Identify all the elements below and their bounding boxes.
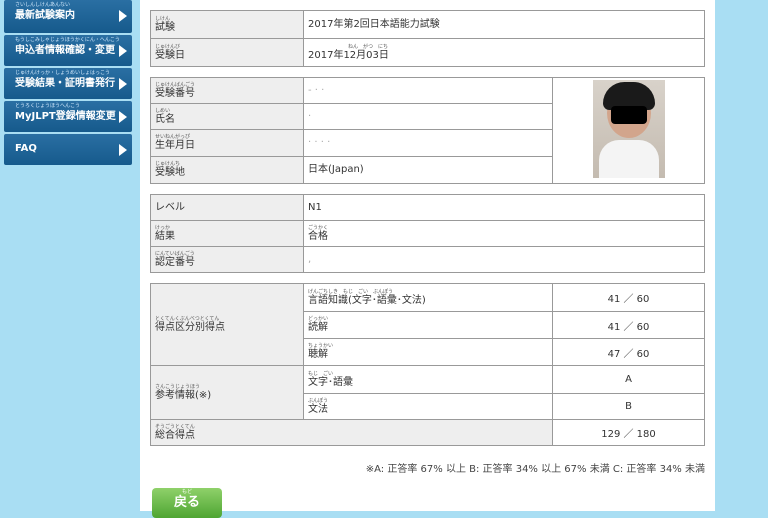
sidebar-item-label: FAQ (15, 143, 37, 154)
exam-info-table: しけん 試験 2017年第2回日本語能力試験 じゅけんび 受験日 ねん がつ に… (150, 10, 705, 67)
certificate-number-value-cell: , (303, 246, 705, 273)
examinee-photo (592, 80, 665, 178)
examinee-number-label-cell: じゅけんばんごう 受験番号 (150, 77, 304, 104)
exam-date-label-cell: じゅけんび 受験日 (150, 38, 304, 67)
score-row-label: 言語知識(文字･語彙･文法) (308, 294, 426, 306)
grade-legend-note: ※A: 正答率 67% 以上 B: 正答率 34% 以上 67% 未満 C: 正… (365, 464, 705, 475)
exam-value: 2017年第2回日本語能力試験 (308, 18, 440, 30)
result-label: 結果 (155, 230, 175, 242)
back-button[interactable]: もど 戻る (152, 488, 222, 518)
exam-date-label: 受験日 (155, 49, 185, 61)
exam-site-label: 受験地 (155, 167, 185, 178)
exam-site-value-cell: 日本(Japan) (303, 156, 553, 184)
sidebar-item-latest-exam[interactable]: さいしんしけんあんない 最新試験案内 (4, 0, 132, 33)
reference-row-label-cell: ぶんぽう 文法 (303, 393, 553, 420)
arrow-right-icon (119, 45, 127, 57)
birthdate-label-cell: せいねんがっぴ 生年月日 (150, 129, 304, 157)
arrow-right-icon (119, 111, 127, 123)
sidebar-nav: さいしんしけんあんない 最新試験案内 もうしこみしゃじょうほうかくにん・へんこう… (4, 0, 132, 167)
birthdate-value: · · · · (308, 137, 331, 148)
score-row-label-cell: げんごちしき もじ ごい ぶんぽう 言語知識(文字･語彙･文法) (303, 283, 553, 312)
score-row-value: 41 ／ 60 (552, 283, 705, 312)
level-label-cell: レベル (150, 194, 304, 221)
sidebar-item-label: 最新試験案内 (15, 10, 75, 21)
reference-info-label-cell: さんこうじょうほう 参考情報(※) (150, 365, 304, 420)
reference-row-label: 文法 (308, 403, 328, 415)
examinee-info-table: じゅけんばんごう 受験番号 - · · しめい 氏名 · せいねんがっぴ 生年月… (150, 77, 705, 184)
exam-date-value: 2017年12月03日 (308, 49, 389, 61)
name-value-cell: · (303, 103, 553, 130)
score-row-label-cell: ちょうかい 聴解 (303, 338, 553, 366)
reference-row-label-cell: もじ ごい 文字･語彙 (303, 365, 553, 394)
main-content: しけん 試験 2017年第2回日本語能力試験 じゅけんび 受験日 ねん がつ に… (140, 0, 715, 518)
level-label: レベル (155, 201, 185, 213)
exam-site-value: 日本(Japan) (308, 164, 364, 175)
sidebar-item-ruby: とうろくじょうほうへんこう (15, 103, 81, 109)
section-scores-label-cell: とくてんくぶんべつとくてん 得点区分別得点 (150, 283, 304, 366)
sidebar-item-label: 受験結果・証明書発行 (15, 78, 115, 89)
level-value-cell: N1 (303, 194, 705, 221)
examinee-number-value: - · · (308, 84, 325, 96)
examinee-number-value-cell: - · · (303, 77, 553, 104)
sidebar-item-ruby: じゅけんけっか・しょうめいしょはっこう (15, 70, 111, 76)
certificate-number-label-cell: にんていばんごう 認定番号 (150, 246, 304, 273)
score-row-label: 聴解 (308, 349, 328, 360)
sidebar-item-myjlpt-settings[interactable]: とうろくじょうほうへんこう MyJLPT登録情報変更 (4, 101, 132, 132)
birthdate-label: 生年月日 (155, 140, 195, 151)
sidebar-item-label: 申込者情報確認・変更 (15, 45, 115, 56)
name-label-cell: しめい 氏名 (150, 103, 304, 130)
result-table: レベル N1 けっか 結果 ごうかく 合格 にんていばんごう 認定番号 , (150, 194, 705, 273)
reference-row-grade: A (552, 365, 705, 394)
scores-table: とくてんくぶんべつとくてん 得点区分別得点 げんごちしき もじ ごい ぶんぽう … (150, 283, 705, 446)
sidebar-item-label: MyJLPT登録情報変更 (15, 111, 116, 122)
total-score-value: 129 ／ 180 (552, 419, 705, 446)
name-value: · (308, 110, 312, 122)
section-scores-label: 得点区分別得点 (155, 321, 225, 333)
level-value: N1 (308, 201, 322, 213)
reference-row-grade: B (552, 393, 705, 420)
examinee-number-label: 受験番号 (155, 87, 195, 99)
exam-value-cell: 2017年第2回日本語能力試験 (303, 10, 705, 39)
name-label: 氏名 (155, 113, 175, 125)
reference-info-label: 参考情報(※) (155, 389, 212, 401)
back-button-label: 戻る (173, 495, 200, 510)
score-row-value: 41 ／ 60 (552, 311, 705, 339)
total-score-label: 総合得点 (155, 429, 195, 441)
result-label-cell: けっか 結果 (150, 220, 304, 247)
result-value: 合格 (308, 230, 328, 242)
exam-label-cell: しけん 試験 (150, 10, 304, 39)
sidebar-item-ruby: もうしこみしゃじょうほうかくにん・へんこう (15, 37, 120, 43)
score-row-label-cell: どっかい 読解 (303, 311, 553, 339)
sidebar-item-ruby: さいしんしけんあんない (15, 2, 71, 8)
arrow-right-icon (119, 78, 127, 90)
exam-site-label-cell: じゅけんち 受験地 (150, 156, 304, 184)
arrow-right-icon (119, 144, 127, 156)
certificate-number-label: 認定番号 (155, 256, 195, 268)
sidebar-item-faq[interactable]: FAQ (4, 134, 132, 165)
sidebar-item-applicant-info[interactable]: もうしこみしゃじょうほうかくにん・へんこう 申込者情報確認・変更 (4, 35, 132, 66)
certificate-number-value: , (308, 253, 312, 265)
total-score-label-cell: そうごうとくてん 総合得点 (150, 419, 553, 446)
result-value-cell: ごうかく 合格 (303, 220, 705, 247)
photo-cell (552, 77, 705, 184)
exam-date-value-cell: ねん がつ にち 2017年12月03日 (303, 38, 705, 67)
birthdate-value-cell: · · · · (303, 129, 553, 157)
sidebar-item-results-certificate[interactable]: じゅけんけっか・しょうめいしょはっこう 受験結果・証明書発行 (4, 68, 132, 99)
arrow-right-icon (119, 10, 127, 22)
score-row-label: 読解 (308, 322, 328, 333)
exam-label: 試験 (155, 21, 175, 33)
score-row-value: 47 ／ 60 (552, 338, 705, 366)
reference-row-label: 文字･語彙 (308, 376, 353, 388)
